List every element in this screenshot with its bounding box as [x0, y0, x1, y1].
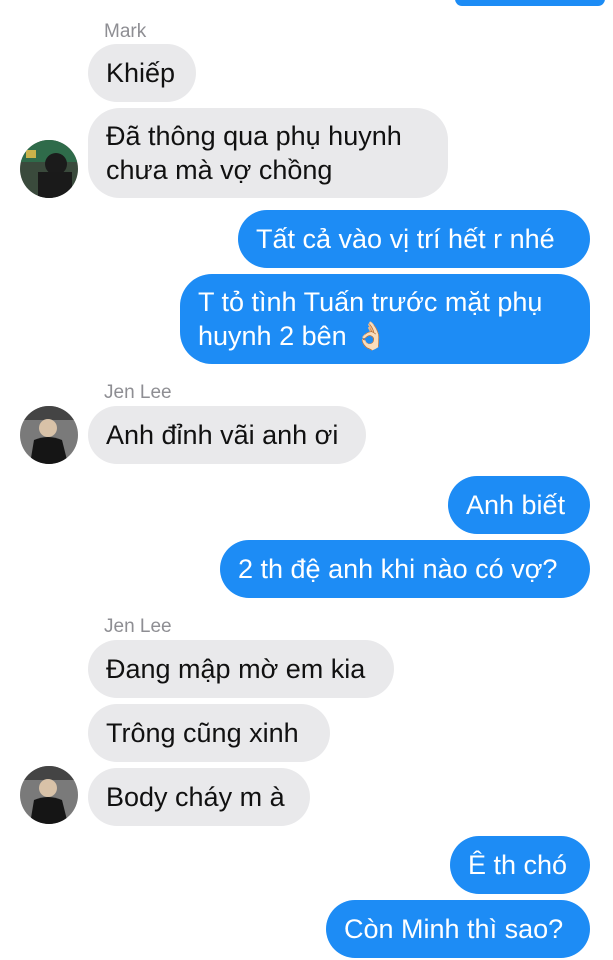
- outgoing-message-bubble[interactable]: Ê th chó: [450, 836, 590, 894]
- outgoing-message-bubble[interactable]: 2 th đệ anh khi nào có vợ?: [220, 540, 590, 598]
- avatar-jen-lee[interactable]: [20, 766, 78, 824]
- outgoing-bubble-partial: [455, 0, 605, 6]
- incoming-message-bubble[interactable]: Trông cũng xinh: [88, 704, 330, 762]
- incoming-message-bubble[interactable]: Đã thông qua phụ huynh chưa mà vợ chồng: [88, 108, 448, 198]
- message-text: Anh biết: [466, 490, 566, 520]
- avatar-photo-icon: [20, 766, 78, 824]
- sender-name-jen-lee: Jen Lee: [104, 616, 172, 637]
- incoming-message-bubble[interactable]: Đang mập mờ em kia: [88, 640, 394, 698]
- avatar-photo-icon: [20, 406, 78, 464]
- message-text: Trông cũng xinh: [106, 718, 299, 748]
- sender-name-mark: Mark: [104, 21, 147, 42]
- incoming-message-bubble[interactable]: Body cháy m à: [88, 768, 310, 826]
- outgoing-message-bubble[interactable]: Tất cả vào vị trí hết r nhé: [238, 210, 590, 268]
- sender-name-jen-lee: Jen Lee: [104, 382, 172, 403]
- message-text: Đang mập mờ em kia: [106, 654, 366, 684]
- outgoing-message-bubble[interactable]: Anh biết: [448, 476, 590, 534]
- message-text: Khiếp: [106, 58, 176, 88]
- message-text: Còn Minh thì sao?: [344, 914, 564, 944]
- message-text: Đã thông qua phụ huynh: [106, 121, 402, 151]
- message-text: T tỏ tình Tuấn trước mặt phụ: [198, 287, 543, 317]
- incoming-message-bubble[interactable]: Khiếp: [88, 44, 196, 102]
- message-text: Anh đỉnh vãi anh ơi: [106, 420, 339, 450]
- message-text: 2 th đệ anh khi nào có vợ?: [238, 554, 558, 584]
- message-text: Ê th chó: [468, 850, 568, 880]
- message-text: huynh 2 bên 👌🏻: [198, 321, 388, 351]
- outgoing-message-bubble[interactable]: Còn Minh thì sao?: [326, 900, 590, 958]
- outgoing-message-bubble[interactable]: T tỏ tình Tuấn trước mặt phụ huynh 2 bên…: [180, 274, 590, 364]
- incoming-message-bubble[interactable]: Anh đỉnh vãi anh ơi: [88, 406, 366, 464]
- message-text: chưa mà vợ chồng: [106, 155, 333, 185]
- message-text: Tất cả vào vị trí hết r nhé: [256, 224, 555, 254]
- avatar-jen-lee[interactable]: [20, 406, 78, 464]
- avatar-mark[interactable]: [20, 140, 78, 198]
- avatar-photo-icon: [20, 140, 78, 198]
- message-text: Body cháy m à: [106, 782, 285, 812]
